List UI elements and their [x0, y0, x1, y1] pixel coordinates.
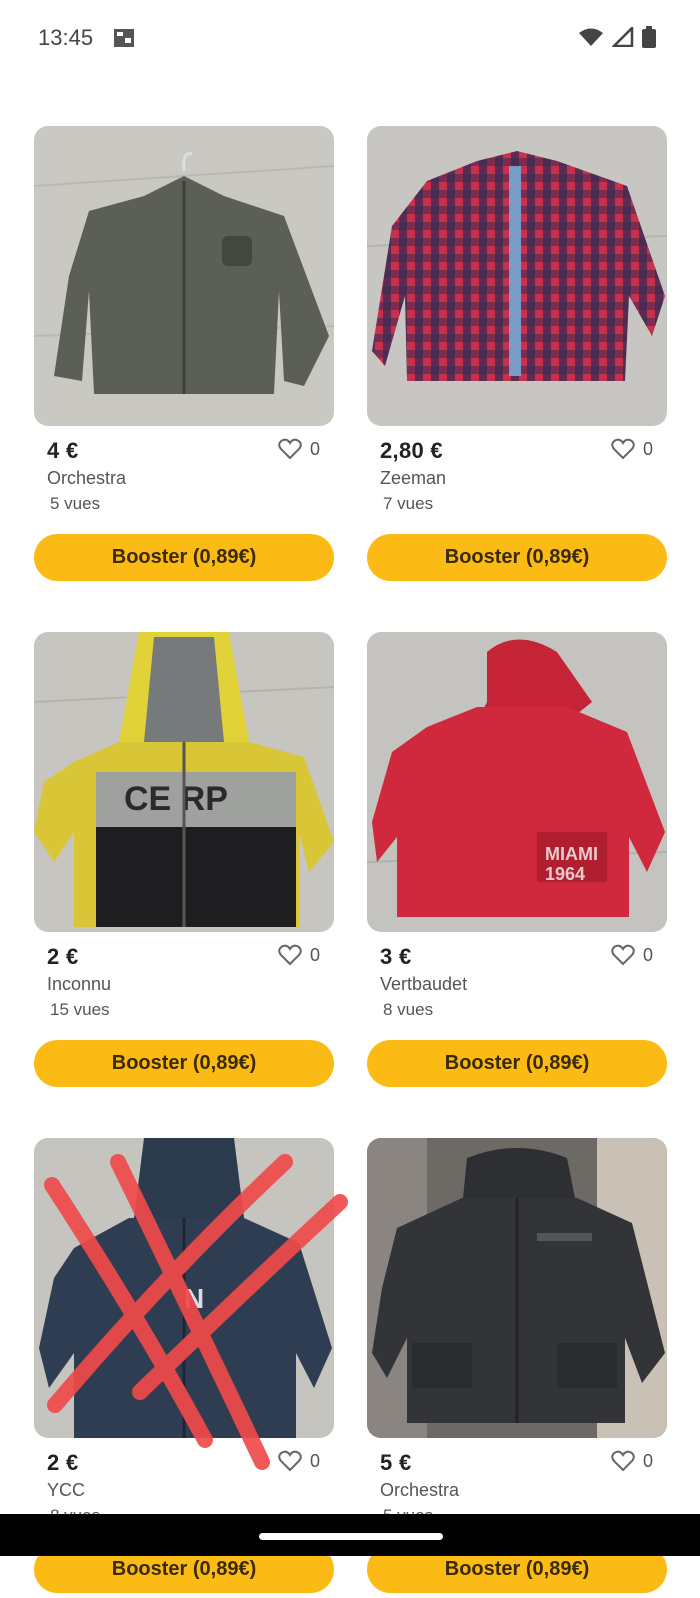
product-views: 7 vues: [383, 494, 434, 513]
navigation-bar: [0, 1514, 700, 1556]
product-price: 4 €: [47, 438, 79, 463]
product-brand: Inconnu: [47, 974, 112, 994]
signal-icon: [612, 27, 634, 47]
svg-text:CE RP: CE RP: [124, 780, 228, 818]
status-bar: 13:45: [0, 0, 700, 78]
favorite-button[interactable]: 0: [611, 944, 653, 966]
product-price: 2 €: [47, 944, 79, 969]
product-brand: Orchestra: [47, 468, 127, 488]
product-photo[interactable]: CE RP: [34, 632, 334, 932]
favorite-count: 0: [642, 944, 653, 965]
product-card[interactable]: 4 € 0 Orchestra 5 vues Booster (0,89€): [34, 126, 334, 586]
heart-icon: [611, 438, 635, 460]
product-brand: Vertbaudet: [380, 974, 468, 994]
heart-icon: [611, 944, 635, 966]
boost-button[interactable]: Booster (0,89€): [34, 1040, 334, 1087]
wifi-icon: [579, 28, 603, 46]
product-card[interactable]: CE RP 2 € 0 Inconnu 15 vues Booster (0,8…: [34, 632, 334, 1092]
product-photo[interactable]: [367, 1138, 667, 1438]
status-icons: [578, 26, 656, 48]
battery-icon: [642, 26, 656, 48]
product-photo[interactable]: [367, 126, 667, 426]
status-time: 13:45: [38, 25, 94, 50]
svg-text:MIAMI: MIAMI: [545, 844, 598, 864]
favorite-button[interactable]: 0: [278, 944, 320, 966]
home-gesture-handle[interactable]: [259, 1533, 443, 1540]
heart-icon: [611, 1450, 635, 1472]
favorite-count: 0: [642, 438, 653, 459]
heart-icon: [278, 944, 302, 966]
heart-icon: [278, 438, 302, 460]
boost-button[interactable]: Booster (0,89€): [367, 534, 667, 581]
favorite-button[interactable]: 0: [278, 438, 320, 460]
boost-button[interactable]: Booster (0,89€): [367, 1040, 667, 1087]
boost-button[interactable]: Booster (0,89€): [34, 534, 334, 581]
favorite-count: 0: [642, 1450, 653, 1471]
favorite-button[interactable]: 0: [611, 438, 653, 460]
notification-icon: [114, 29, 134, 47]
product-price: 3 €: [380, 944, 412, 969]
product-views: 8 vues: [383, 1000, 434, 1019]
cross-out-mark: [44, 1154, 348, 1470]
svg-text:1964: 1964: [545, 864, 585, 884]
product-photo[interactable]: [34, 126, 334, 426]
product-brand: Orchestra: [380, 1480, 460, 1500]
product-views: 15 vues: [50, 1000, 110, 1019]
favorite-button[interactable]: 0: [611, 1450, 653, 1472]
favorite-count: 0: [309, 944, 320, 965]
product-card[interactable]: MIAMI 1964 3 € 0 Vertbaudet 8 vues Boost…: [367, 632, 667, 1092]
product-price: 5 €: [380, 1450, 412, 1475]
product-brand: YCC: [47, 1480, 86, 1500]
product-card[interactable]: 2,80 € 0 Zeeman 7 vues Booster (0,89€): [367, 126, 667, 586]
product-brand: Zeeman: [380, 468, 447, 488]
product-photo[interactable]: MIAMI 1964: [367, 632, 667, 932]
product-views: 5 vues: [50, 494, 101, 513]
product-price: 2,80 €: [380, 438, 443, 463]
favorite-count: 0: [309, 438, 320, 459]
